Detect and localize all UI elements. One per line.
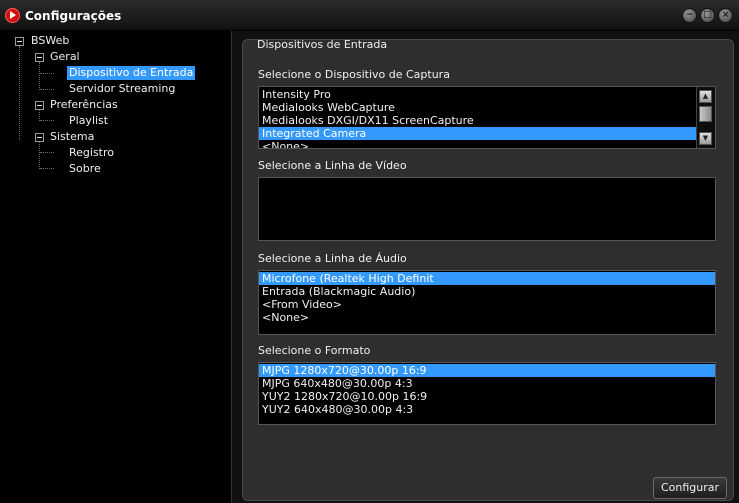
audio-line-options: Microfone (Realtek High Definit Entrada (… [259,272,715,324]
audio-line-option[interactable]: Entrada (Blackmagic Audio) [259,285,715,298]
audio-line-option[interactable]: Microfone (Realtek High Definit [259,272,715,285]
capture-device-option[interactable]: Medialooks WebCapture [259,101,715,114]
main-area: Dispositivos de Entrada Selecione o Disp… [232,31,739,503]
maximize-icon[interactable]: □ [700,8,715,23]
video-line-list[interactable] [258,177,716,241]
close-icon[interactable]: × [718,8,733,23]
format-option[interactable]: MJPG 1280x720@30.00p 16:9 [259,364,715,377]
scroll-down-icon[interactable]: ▼ [699,132,712,145]
format-option[interactable]: YUY2 1280x720@10.00p 16:9 [259,390,715,403]
tree-item-dispositivo-entrada[interactable]: Dispositivo de Entrada [67,66,196,80]
capture-device-list[interactable]: Intensity Pro Medialooks WebCapture Medial… [258,86,716,149]
format-label: Selecione o Formato [258,344,371,357]
format-list[interactable]: MJPG 1280x720@30.00p 16:9 MJPG 640x480@30… [258,362,716,425]
capture-device-label: Selecione o Dispositivo de Captura [258,68,450,81]
audio-line-option[interactable]: <From Video> [259,298,715,311]
capture-device-option[interactable]: Medialooks DXGI/DX11 ScreenCapture [259,114,715,127]
collapse-icon[interactable] [35,133,44,142]
app-play-icon [5,8,20,23]
collapse-icon[interactable] [35,101,44,110]
tree-item-geral[interactable]: Geral [50,50,80,64]
tree-line [19,46,20,140]
tree-item-bsweb[interactable]: BSWeb [31,34,69,48]
format-option[interactable]: MJPG 640x480@30.00p 4:3 [259,377,715,390]
title-bar: Configurações − □ × [0,0,739,31]
collapse-icon[interactable] [15,37,24,46]
tree-item-preferencias[interactable]: Preferências [50,98,118,112]
audio-line-list[interactable]: Microfone (Realtek High Definit Entrada (… [258,270,716,335]
audio-line-label: Selecione a Linha de Áudio [258,252,407,265]
capture-scrollbar[interactable]: ▲ ▼ [696,87,715,148]
tree-item-sobre[interactable]: Sobre [69,162,101,176]
panel-title: Dispositivos de Entrada [257,38,388,51]
format-option[interactable]: YUY2 640x480@30.00p 4:3 [259,403,715,416]
tree-item-playlist[interactable]: Playlist [69,114,108,128]
capture-device-option[interactable]: <None> [259,140,715,148]
window-title: Configurações [25,9,122,23]
tree-item-servidor-streaming[interactable]: Servidor Streaming [69,82,175,96]
settings-tree: BSWeb Geral Dispositivo de Entrada Servi… [0,31,232,503]
tree-line [40,168,54,169]
video-line-label: Selecione a Linha de Vídeo [258,159,407,172]
tree-line [39,62,40,90]
format-options: MJPG 1280x720@30.00p 16:9 MJPG 640x480@30… [259,364,715,416]
collapse-icon[interactable] [35,53,44,62]
tree-line [40,89,54,90]
tree-line [40,152,54,153]
capture-device-option[interactable]: Integrated Camera [259,127,715,140]
audio-line-option[interactable]: <None> [259,311,715,324]
tree-item-sistema[interactable]: Sistema [50,130,94,144]
tree-line [40,73,54,74]
tree-item-registro[interactable]: Registro [69,146,114,160]
scroll-up-icon[interactable]: ▲ [699,90,712,103]
tree-line [40,120,54,121]
input-devices-panel: Dispositivos de Entrada Selecione o Disp… [242,38,734,501]
configure-button[interactable]: Configurar [653,477,727,499]
minimize-icon[interactable]: − [682,8,697,23]
capture-device-option[interactable]: Intensity Pro [259,88,715,101]
tree-line [39,142,40,169]
scroll-thumb[interactable] [699,106,712,122]
capture-device-options: Intensity Pro Medialooks WebCapture Medial… [259,88,715,148]
